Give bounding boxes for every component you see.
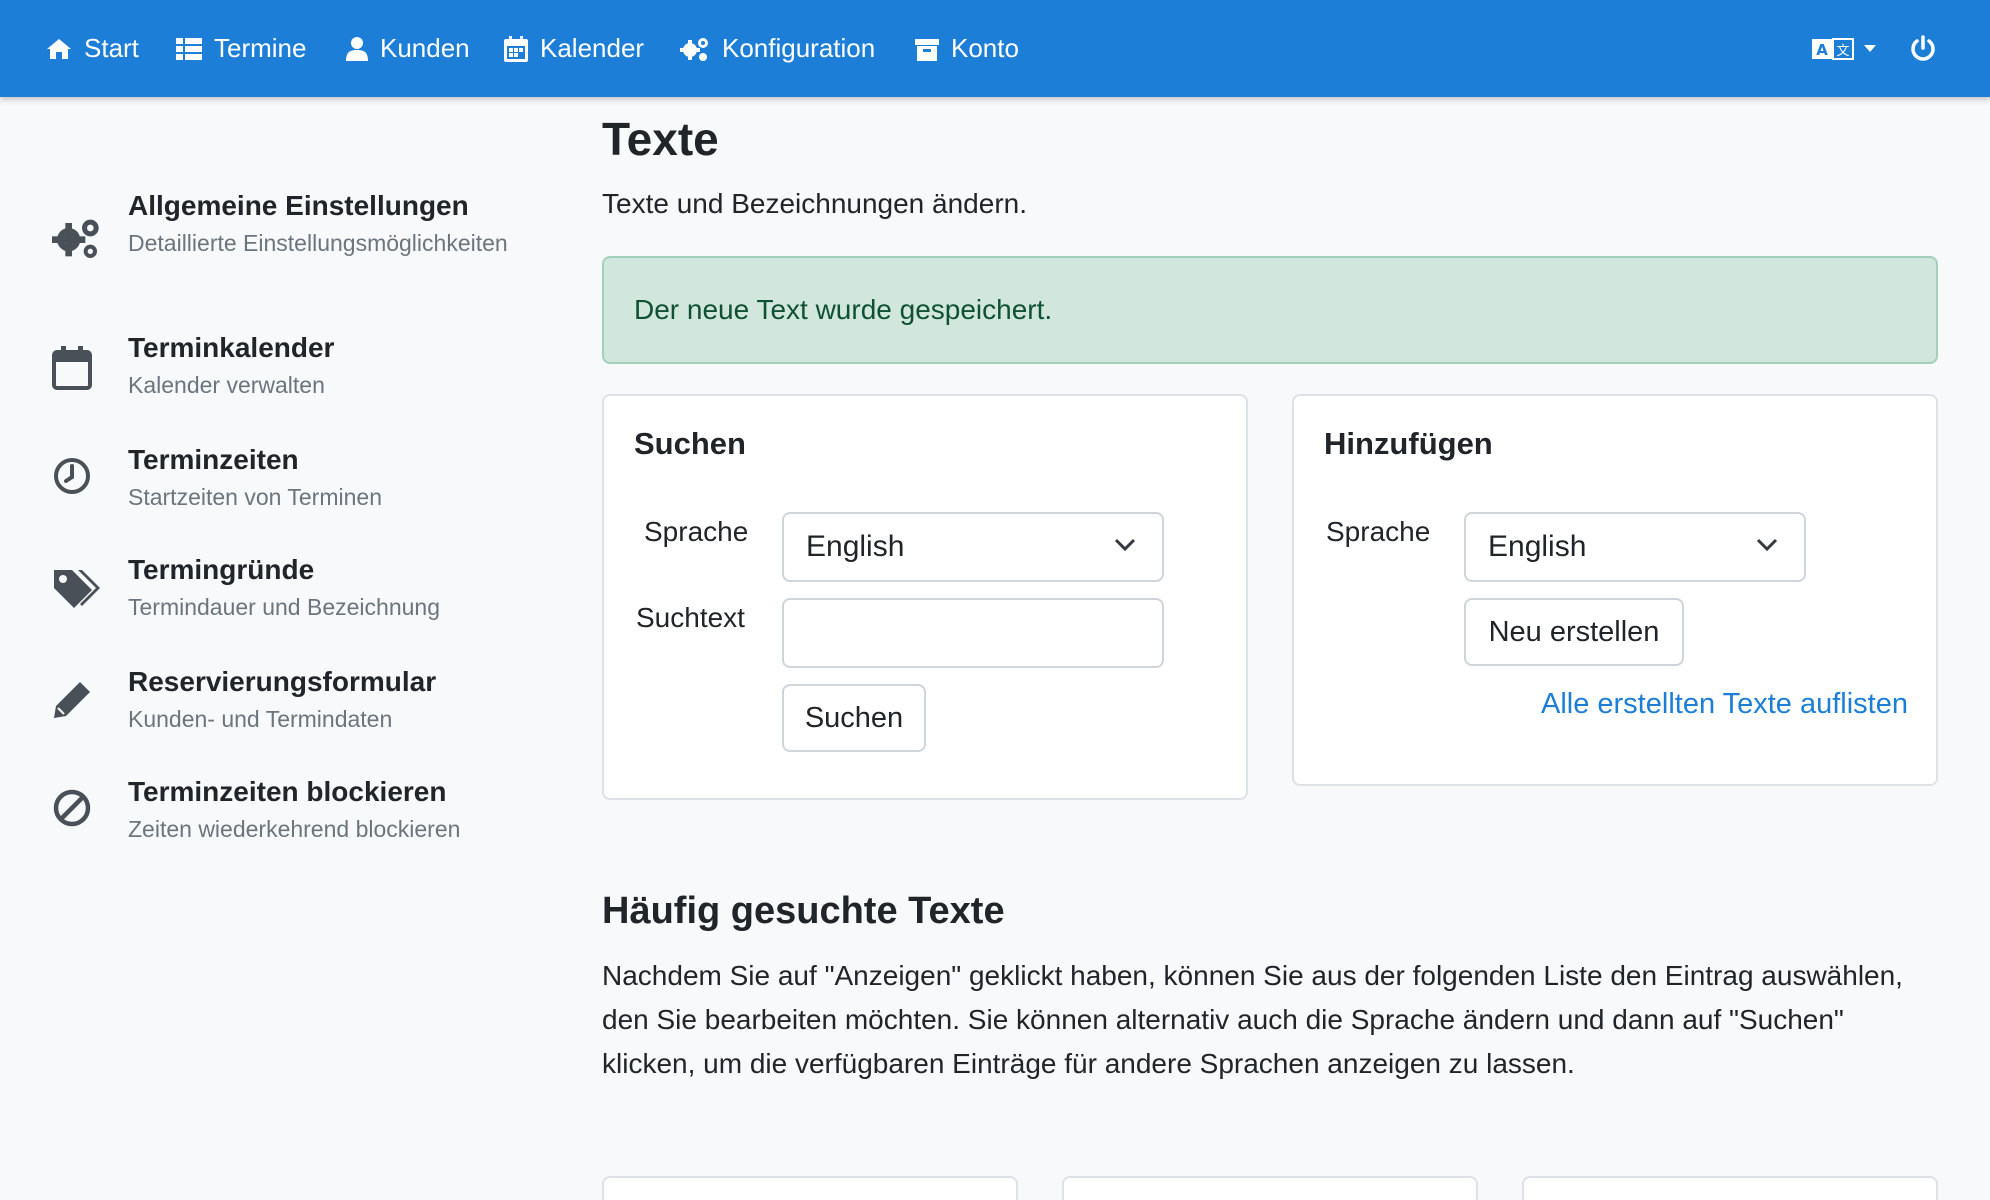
sidebar-item-subtitle: Detaillierte Einstellungsmöglichkeiten: [128, 230, 508, 256]
search-language-value: English: [806, 530, 905, 563]
calendar-icon: [52, 346, 92, 390]
frequent-text-card: [602, 1176, 1018, 1200]
success-alert: Der neue Text wurde gespeichert.: [602, 256, 1938, 364]
sidebar-item-subtitle: Kunden- und Termindaten: [128, 706, 393, 732]
language-icon: A 文: [1812, 37, 1854, 60]
tags-icon: [54, 570, 100, 608]
nav-label: Konfiguration: [722, 33, 876, 63]
nav-label: Konto: [951, 33, 1019, 63]
user-icon: [346, 36, 368, 61]
search-language-label: Sprache: [644, 516, 749, 547]
chevron-down-icon: [1756, 538, 1778, 552]
power-icon: [1911, 34, 1935, 61]
svg-text:A: A: [1816, 41, 1828, 59]
pencil-icon: [54, 682, 90, 718]
nav-item-kalender[interactable]: Kalender: [504, 0, 644, 97]
clock-icon: [54, 458, 90, 494]
nav-label: Kunden: [380, 33, 470, 63]
sidebar-item-title: Terminzeiten: [128, 444, 299, 475]
page-title: Texte: [602, 113, 719, 165]
frequent-text-card: [1522, 1176, 1938, 1200]
add-card: Hinzufügen Sprache English Neu erstellen…: [1292, 394, 1938, 786]
gears-icon: [680, 37, 708, 61]
add-card-title: Hinzufügen: [1324, 426, 1493, 461]
language-menu[interactable]: A 文: [1812, 0, 1876, 97]
sidebar-item-reservierungsformular[interactable]: Reservierungsformular Kunden- und Termin…: [52, 666, 532, 736]
sidebar-item-subtitle: Startzeiten von Terminen: [128, 484, 382, 510]
sidebar-item-allgemeine-einstellungen[interactable]: Allgemeine Einstellungen Detaillierte Ei…: [52, 190, 532, 290]
search-card: Suchen Sprache English Suchtext Suchen: [602, 394, 1248, 800]
list-all-texts-link[interactable]: Alle erstellten Texte auflisten: [1541, 688, 1908, 721]
sidebar-item-title: Terminkalender: [128, 332, 335, 363]
sidebar-item-title: Reservierungsformular: [128, 666, 437, 697]
sidebar-item-title: Termingründe: [128, 554, 315, 585]
nav-item-konto[interactable]: Konto: [915, 0, 1019, 97]
sidebar-item-terminzeiten-blockieren[interactable]: Terminzeiten blockieren Zeiten wiederkeh…: [52, 776, 532, 846]
caret-down-icon: [1864, 44, 1876, 52]
add-language-select[interactable]: English: [1464, 512, 1806, 582]
search-card-title: Suchen: [634, 426, 746, 461]
nav-label: Kalender: [540, 33, 645, 63]
nav-label: Termine: [214, 33, 307, 63]
svg-text:文: 文: [1836, 44, 1849, 59]
sidebar-item-title: Allgemeine Einstellungen: [128, 190, 469, 221]
home-icon: [47, 38, 71, 59]
nav-item-konfiguration[interactable]: Konfiguration: [680, 0, 875, 97]
frequent-texts-description: Nachdem Sie auf "Anzeigen" geklickt habe…: [602, 960, 1903, 1079]
logout-button[interactable]: [1910, 0, 1936, 97]
nav-label: Start: [84, 33, 139, 63]
searchtext-label: Suchtext: [636, 602, 745, 633]
search-button[interactable]: Suchen: [782, 684, 926, 752]
page-subtitle: Texte und Bezeichnungen ändern.: [602, 188, 1027, 219]
add-language-value: English: [1488, 530, 1587, 563]
list-icon: [176, 37, 202, 60]
nav-item-termine[interactable]: Termine: [176, 0, 306, 97]
calendar-icon: [504, 35, 528, 62]
frequent-text-card: [1062, 1176, 1478, 1200]
add-language-label: Sprache: [1326, 516, 1431, 547]
sidebar-item-terminzeiten[interactable]: Terminzeiten Startzeiten von Terminen: [52, 444, 532, 514]
nav-item-kunden[interactable]: Kunden: [346, 0, 470, 97]
gears-icon: [52, 219, 99, 258]
frequent-texts-heading: Häufig gesuchte Texte: [602, 890, 1005, 932]
sidebar-item-subtitle: Zeiten wiederkehrend blockieren: [128, 816, 461, 842]
sidebar-item-subtitle: Kalender verwalten: [128, 372, 325, 398]
searchtext-input[interactable]: [782, 598, 1164, 668]
create-new-button[interactable]: Neu erstellen: [1464, 598, 1684, 666]
search-language-select[interactable]: English: [782, 512, 1164, 582]
ban-icon: [53, 789, 91, 827]
sidebar-item-termingruende[interactable]: Termingründe Termindauer und Bezeichnung: [52, 554, 532, 624]
top-navbar: Start Termine Kunden Kalender Konfigurat…: [0, 0, 1990, 97]
sidebar-item-terminkalender[interactable]: Terminkalender Kalender verwalten: [52, 332, 532, 402]
sidebar-item-subtitle: Termindauer und Bezeichnung: [128, 594, 440, 620]
archive-icon: [915, 38, 939, 61]
sidebar-item-title: Terminzeiten blockieren: [128, 776, 447, 807]
nav-item-start[interactable]: Start: [46, 0, 139, 97]
chevron-down-icon: [1114, 538, 1136, 552]
